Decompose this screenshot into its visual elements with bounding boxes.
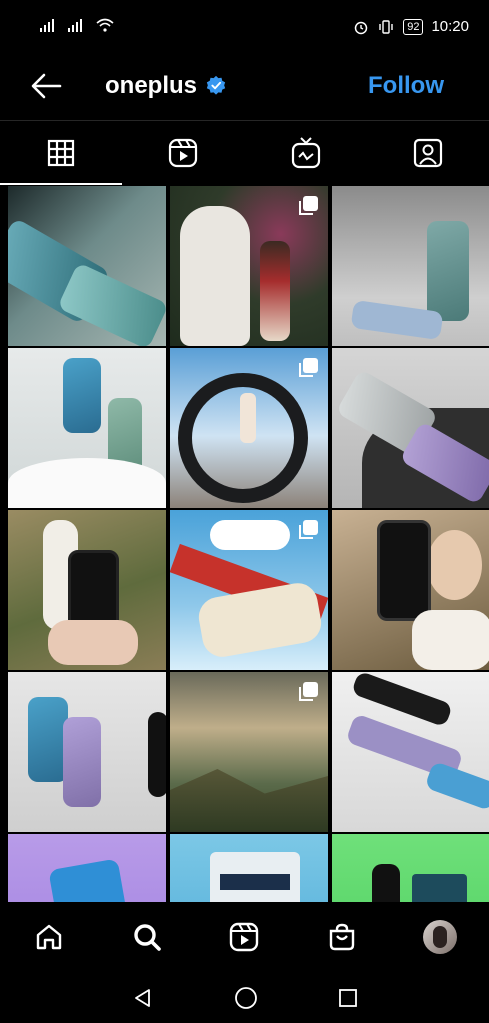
wifi-icon (96, 18, 114, 32)
signal-wifi-group (40, 18, 114, 32)
nav-profile[interactable] (416, 913, 464, 961)
grid-post-4[interactable] (8, 348, 166, 508)
grid-post-1[interactable] (8, 186, 166, 346)
follow-button[interactable]: Follow (368, 72, 444, 100)
nav-reels[interactable] (220, 913, 268, 961)
tab-reels[interactable] (122, 121, 244, 185)
bottom-nav (0, 902, 489, 972)
grid-post-2[interactable] (170, 186, 328, 346)
clock: 10:20 (431, 18, 469, 35)
back-triangle-icon[interactable] (132, 987, 154, 1009)
home-circle-icon[interactable] (234, 986, 258, 1010)
grid-post-11[interactable] (170, 672, 328, 832)
vibrate-icon (379, 19, 393, 34)
username: oneplus (105, 72, 198, 99)
tab-posts[interactable] (0, 121, 123, 185)
nav-shop[interactable] (318, 913, 366, 961)
multi-photo-icon (299, 520, 318, 539)
grid-post-9[interactable] (332, 510, 489, 670)
status-right: 92 10:20 (353, 18, 469, 35)
signal-icon (40, 18, 58, 32)
tab-igtv[interactable] (245, 121, 367, 185)
grid-post-14[interactable] (170, 834, 328, 902)
search-icon (133, 924, 161, 951)
profile-title: oneplus (105, 72, 227, 100)
grid-icon (48, 139, 75, 167)
status-bar: 92 10:20 (0, 0, 489, 52)
profile-tabs (0, 120, 489, 185)
reels-icon (169, 138, 198, 168)
shop-icon (330, 923, 355, 951)
tab-tagged[interactable] (367, 121, 489, 185)
home-icon (36, 924, 62, 950)
grid-post-5[interactable] (170, 348, 328, 508)
igtv-icon (291, 137, 320, 169)
grid-post-12[interactable] (332, 672, 489, 832)
recents-square-icon[interactable] (338, 988, 358, 1008)
multi-photo-icon (299, 196, 318, 215)
grid-post-7[interactable] (8, 510, 166, 670)
reels-icon (230, 922, 259, 952)
verified-badge-icon (206, 75, 226, 95)
multi-photo-icon (299, 358, 318, 377)
profile-header: oneplus Follow (0, 52, 489, 120)
system-nav-bar (0, 972, 489, 1023)
nav-search[interactable] (123, 913, 171, 961)
back-arrow-icon[interactable] (28, 70, 64, 102)
grid-post-3[interactable] (332, 186, 489, 346)
grid-post-8[interactable] (170, 510, 328, 670)
multi-photo-icon (299, 682, 318, 701)
alarm-icon (354, 21, 368, 34)
posts-grid (8, 186, 489, 902)
battery-indicator: 92 (403, 18, 424, 35)
grid-post-13[interactable] (8, 834, 166, 902)
nav-home[interactable] (25, 913, 73, 961)
signal-icon-2 (68, 18, 86, 32)
profile-avatar (423, 920, 458, 954)
tagged-icon (413, 138, 442, 168)
grid-post-6[interactable] (332, 348, 489, 508)
grid-post-10[interactable] (8, 672, 166, 832)
grid-post-15[interactable] (332, 834, 489, 902)
